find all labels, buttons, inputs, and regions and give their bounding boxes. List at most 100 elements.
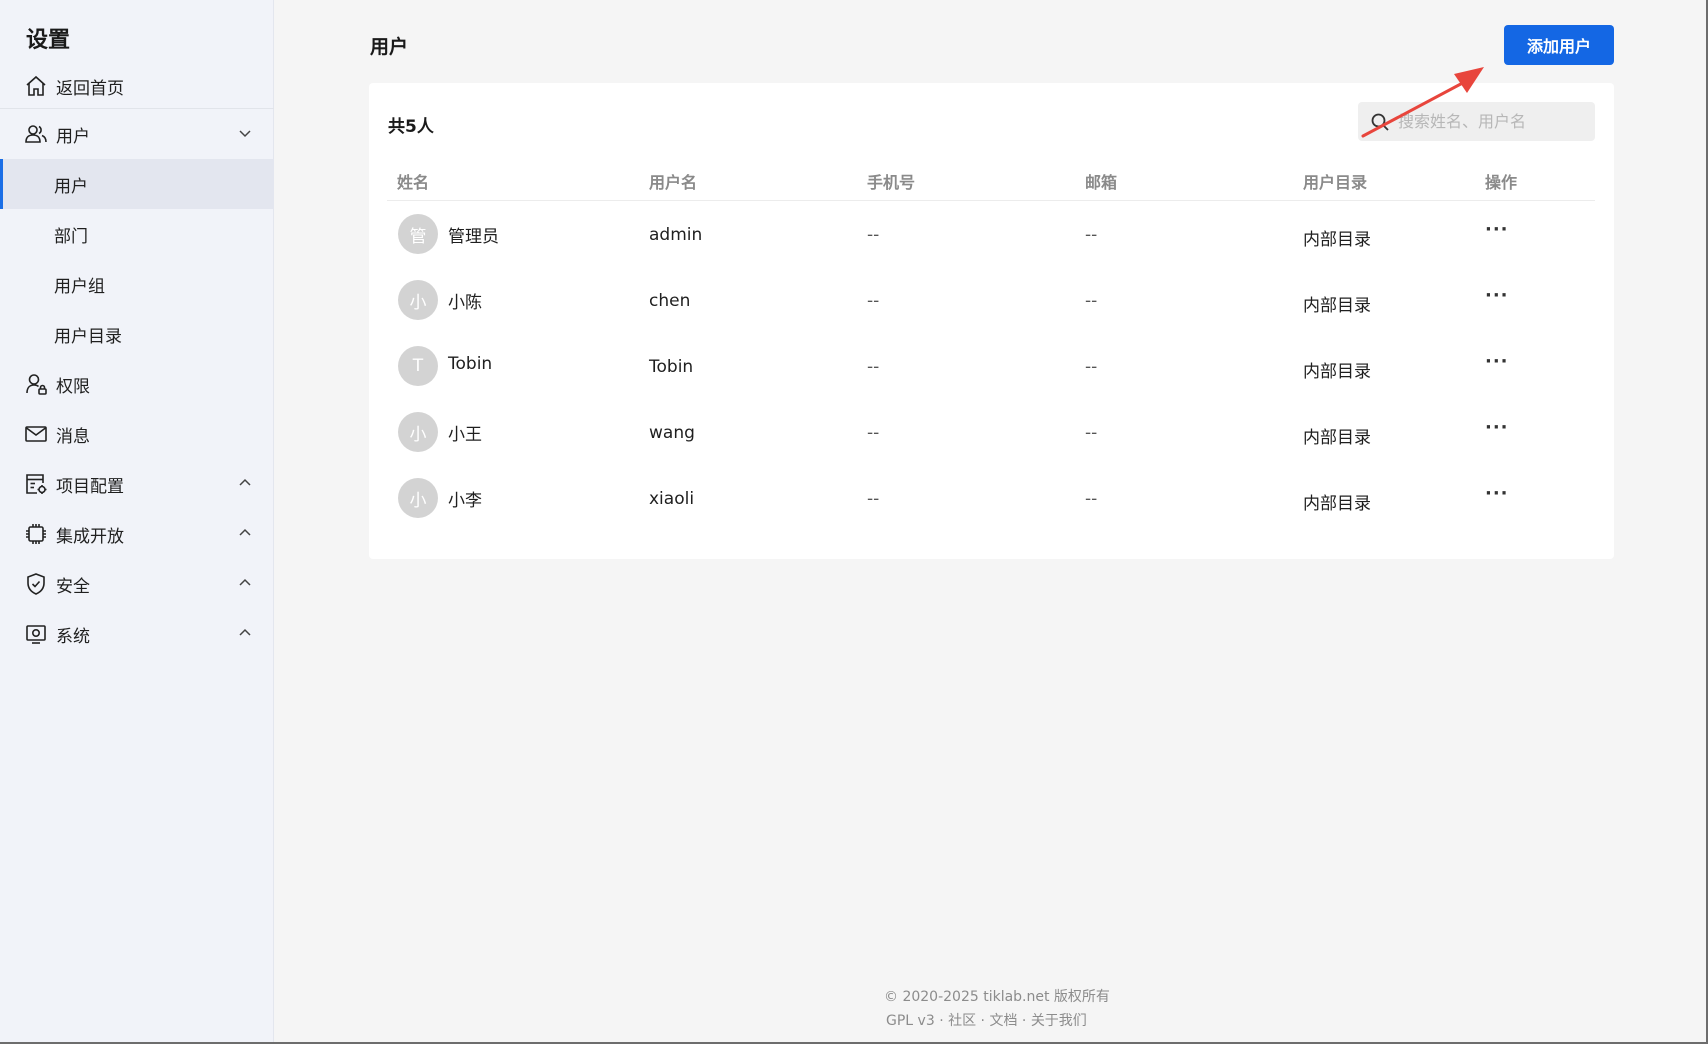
user-name: 小王 bbox=[448, 425, 482, 445]
chevron-down-icon bbox=[236, 124, 254, 142]
sidebar-item-label: 系统 bbox=[56, 626, 90, 647]
sidebar-item-permissions[interactable]: 权限 bbox=[0, 359, 274, 409]
column-header-actions: 操作 bbox=[1485, 173, 1518, 192]
monitor-icon bbox=[23, 621, 49, 647]
shield-icon bbox=[23, 571, 49, 597]
search-input[interactable] bbox=[1396, 111, 1580, 132]
table-row: T Tobin Tobin -- -- 内部目录 ··· bbox=[387, 333, 1595, 399]
sidebar-item-label: 安全 bbox=[56, 576, 90, 597]
user-phone: -- bbox=[867, 225, 880, 245]
more-actions-icon[interactable]: ··· bbox=[1485, 219, 1509, 240]
user-phone: -- bbox=[867, 423, 880, 443]
sidebar-item-label: 项目配置 bbox=[56, 476, 124, 497]
sidebar-item-label: 用户 bbox=[54, 176, 88, 197]
user-directory: 内部目录 bbox=[1303, 230, 1371, 250]
sidebar-item-label: 集成开放 bbox=[56, 526, 124, 547]
users-icon bbox=[23, 121, 49, 147]
sidebar-item-label: 返回首页 bbox=[56, 78, 124, 99]
footer-separator: · bbox=[939, 1013, 944, 1029]
sidebar-item-messages[interactable]: 消息 bbox=[0, 409, 274, 459]
sidebar-item-security[interactable]: 安全 bbox=[0, 559, 274, 609]
user-phone: -- bbox=[867, 291, 880, 311]
footer-separator: · bbox=[980, 1013, 985, 1029]
sidebar-item-home[interactable]: 返回首页 bbox=[0, 61, 274, 111]
avatar: 小 bbox=[398, 280, 438, 320]
sidebar-item-label: 用户 bbox=[56, 126, 90, 147]
footer-link-about[interactable]: 关于我们 bbox=[1031, 1013, 1087, 1029]
avatar: T bbox=[398, 346, 438, 386]
users-card: 共5人 姓名 用户名 手机号 邮箱 用户目录 操作 管 管理员 admin --… bbox=[369, 83, 1614, 559]
sidebar-item-label: 部门 bbox=[54, 226, 88, 247]
table-row: 小 小王 wang -- -- 内部目录 ··· bbox=[387, 399, 1595, 465]
avatar: 小 bbox=[398, 412, 438, 452]
user-username: Tobin bbox=[649, 357, 694, 377]
user-email: -- bbox=[1085, 291, 1098, 311]
chip-icon bbox=[23, 521, 49, 547]
sidebar: 设置 返回首页 用户 用户 部门 用户组 用户目录 权限 消息 项目配置 集成开… bbox=[0, 0, 274, 1044]
sidebar-item-system[interactable]: 系统 bbox=[0, 609, 274, 659]
table-header: 姓名 用户名 手机号 邮箱 用户目录 操作 bbox=[387, 155, 1595, 201]
user-username: chen bbox=[649, 291, 691, 311]
more-actions-icon[interactable]: ··· bbox=[1485, 417, 1509, 438]
user-username: wang bbox=[649, 423, 695, 443]
search-icon bbox=[1370, 112, 1390, 132]
user-username: xiaoli bbox=[649, 489, 695, 509]
footer-link-docs[interactable]: 文档 bbox=[989, 1013, 1017, 1029]
table-row: 小 小陈 chen -- -- 内部目录 ··· bbox=[387, 267, 1595, 333]
chevron-up-icon bbox=[236, 524, 254, 542]
user-username: admin bbox=[649, 225, 703, 245]
footer-separator: · bbox=[1021, 1013, 1027, 1029]
sidebar-item-label: 用户组 bbox=[54, 276, 105, 297]
user-name: 小李 bbox=[448, 491, 482, 511]
user-phone: -- bbox=[867, 357, 880, 377]
column-header-name: 姓名 bbox=[397, 173, 430, 192]
chevron-up-icon bbox=[236, 624, 254, 642]
more-actions-icon[interactable]: ··· bbox=[1485, 351, 1509, 372]
user-directory: 内部目录 bbox=[1303, 494, 1371, 514]
user-directory: 内部目录 bbox=[1303, 362, 1371, 382]
user-email: -- bbox=[1085, 423, 1098, 443]
sidebar-item-label: 权限 bbox=[56, 376, 90, 397]
home-icon bbox=[23, 73, 49, 99]
copyright-text: © 2020-2025 tiklab.net 版权所有 bbox=[884, 989, 1110, 1005]
user-count: 共5人 bbox=[388, 117, 434, 137]
sidebar-item-departments[interactable]: 部门 bbox=[0, 209, 274, 259]
footer-link-license[interactable]: GPL v3 bbox=[886, 1013, 935, 1029]
column-header-username: 用户名 bbox=[649, 173, 698, 192]
mail-icon bbox=[23, 421, 49, 447]
user-email: -- bbox=[1085, 225, 1098, 245]
sidebar-item-label: 用户目录 bbox=[54, 326, 122, 347]
search-box[interactable] bbox=[1358, 102, 1595, 141]
user-directory: 内部目录 bbox=[1303, 296, 1371, 316]
avatar: 管 bbox=[398, 214, 438, 254]
user-email: -- bbox=[1085, 489, 1098, 509]
sidebar-item-user-directory[interactable]: 用户目录 bbox=[0, 309, 274, 359]
chevron-up-icon bbox=[236, 474, 254, 492]
user-email: -- bbox=[1085, 357, 1098, 377]
footer-links: GPL v3 · 社区 · 文档 · 关于我们 bbox=[886, 1010, 1087, 1030]
sidebar-item-integration[interactable]: 集成开放 bbox=[0, 509, 274, 559]
more-actions-icon[interactable]: ··· bbox=[1485, 285, 1509, 306]
table-row: 小 小李 xiaoli -- -- 内部目录 ··· bbox=[387, 465, 1595, 531]
sidebar-item-label: 消息 bbox=[56, 426, 90, 447]
user-name: 管理员 bbox=[448, 227, 499, 247]
sidebar-item-users-group[interactable]: 用户 bbox=[0, 109, 274, 159]
project-config-icon bbox=[23, 471, 49, 497]
table-row: 管 管理员 admin -- -- 内部目录 ··· bbox=[387, 201, 1595, 267]
sidebar-item-project-config[interactable]: 项目配置 bbox=[0, 459, 274, 509]
footer-link-community[interactable]: 社区 bbox=[948, 1013, 976, 1029]
user-phone: -- bbox=[867, 489, 880, 509]
avatar: 小 bbox=[398, 478, 438, 518]
chevron-up-icon bbox=[236, 574, 254, 592]
column-header-phone: 手机号 bbox=[867, 173, 916, 192]
user-directory: 内部目录 bbox=[1303, 428, 1371, 448]
add-user-button[interactable]: 添加用户 bbox=[1504, 25, 1614, 65]
sidebar-item-user-groups[interactable]: 用户组 bbox=[0, 259, 274, 309]
more-actions-icon[interactable]: ··· bbox=[1485, 483, 1509, 504]
sidebar-item-users[interactable]: 用户 bbox=[0, 159, 274, 209]
user-lock-icon bbox=[23, 371, 49, 397]
column-header-email: 邮箱 bbox=[1085, 173, 1118, 192]
column-header-directory: 用户目录 bbox=[1303, 173, 1368, 192]
sidebar-title: 设置 bbox=[26, 28, 71, 53]
user-name: Tobin bbox=[448, 354, 493, 374]
